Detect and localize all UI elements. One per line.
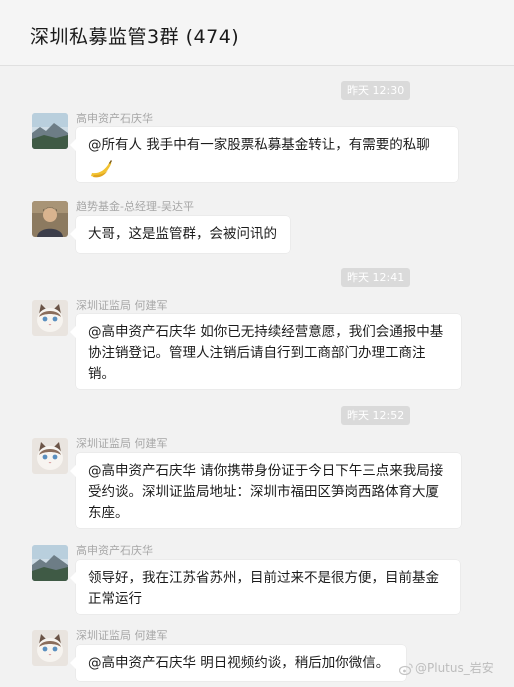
landscape-avatar-icon: [32, 113, 68, 149]
weibo-icon: [398, 663, 413, 678]
banana-emoji-icon: [88, 158, 114, 180]
landscape-avatar-icon: [32, 545, 68, 581]
message-text: 大哥，这是监管群，会被问讯的: [88, 226, 277, 242]
message-text: @高申资产石庆华 如你已无持续经营意愿，我们会通报中基协注销登记。管理人注销后请…: [88, 324, 444, 382]
timestamp: 昨天 12:41: [341, 268, 411, 287]
avatar[interactable]: [32, 630, 68, 666]
watermark: @Plutus_岩安: [398, 659, 494, 678]
sender-name: 深圳证监局 何建军: [76, 299, 168, 312]
timestamp: 昨天 12:30: [341, 81, 411, 100]
message-text: @高申资产石庆华 请你携带身份证于今日下午三点来我局接受约谈。深圳证监局地址：深…: [88, 463, 444, 521]
message-text: 领导好，我在江苏省苏州，目前过来不是很方便，目前基金正常运行: [88, 570, 439, 607]
sender-name: 高申资产石庆华: [76, 544, 153, 557]
avatar[interactable]: [32, 300, 68, 336]
chat-title[interactable]: 深圳私募监管3群 (474): [30, 22, 239, 49]
message-bubble[interactable]: @高申资产石庆华 请你携带身份证于今日下午三点来我局接受约谈。深圳证监局地址：深…: [70, 453, 461, 528]
message-bubble[interactable]: @高申资产石庆华 如你已无持续经营意愿，我们会通报中基协注销登记。管理人注销后请…: [70, 314, 461, 389]
timestamp: 昨天 12:52: [341, 406, 411, 425]
watermark-text: @Plutus_岩安: [415, 661, 494, 675]
sender-name: 深圳证监局 何建军: [76, 437, 168, 450]
person-avatar-icon: [32, 201, 68, 237]
sender-name: 深圳证监局 何建军: [76, 629, 168, 642]
message-bubble[interactable]: 大哥，这是监管群，会被问讯的: [70, 216, 290, 253]
cat-avatar-icon: [32, 630, 68, 666]
cat-avatar-icon: [32, 300, 68, 336]
message-bubble[interactable]: @所有人 我手中有一家股票私募基金转让，有需要的私聊: [70, 127, 458, 182]
sender-name: 高申资产石庆华: [76, 112, 153, 125]
message-bubble[interactable]: 领导好，我在江苏省苏州，目前过来不是很方便，目前基金正常运行: [70, 560, 460, 614]
avatar[interactable]: [32, 545, 68, 581]
message-text: @所有人 我手中有一家股票私募基金转让，有需要的私聊: [88, 137, 430, 153]
avatar[interactable]: [32, 438, 68, 474]
sender-name: 趋势基金-总经理-吴达平: [76, 200, 194, 213]
avatar[interactable]: [32, 201, 68, 237]
cat-avatar-icon: [32, 438, 68, 474]
message-bubble[interactable]: @高申资产石庆华 明日视频约谈，稍后加你微信。: [70, 645, 406, 681]
avatar[interactable]: [32, 113, 68, 149]
chat-header: 深圳私募监管3群 (474): [0, 0, 514, 66]
message-text: @高申资产石庆华 明日视频约谈，稍后加你微信。: [88, 655, 390, 671]
